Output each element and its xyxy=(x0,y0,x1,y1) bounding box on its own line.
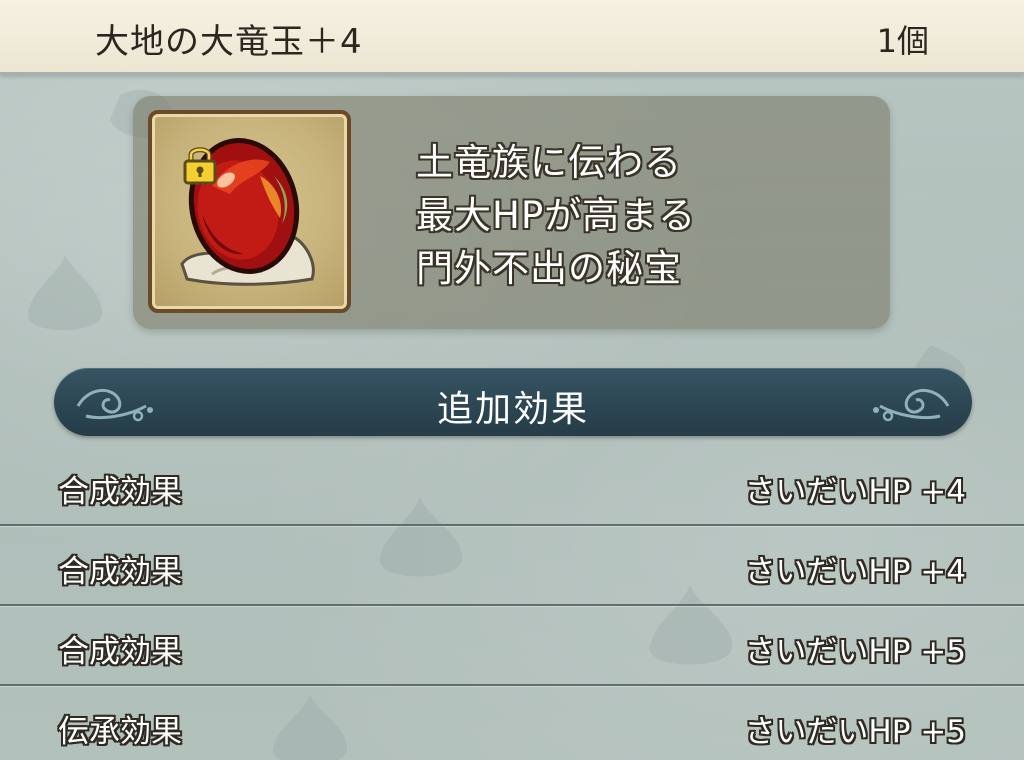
effect-row: 合成効果 さいだいHP +4 xyxy=(0,446,1024,526)
effect-value: さいだいHP +5 xyxy=(744,714,966,750)
effect-value: さいだいHP +4 xyxy=(744,474,966,510)
effect-row: 合成効果 さいだいHP +5 xyxy=(0,606,1024,686)
item-icon-frame[interactable] xyxy=(148,110,351,313)
description-line: 最大HPが高まる xyxy=(416,194,697,237)
effect-value: さいだいHP +4 xyxy=(744,554,966,590)
item-count: 1個 xyxy=(876,22,929,60)
additional-effects-header: 追加効果 xyxy=(54,368,972,436)
description-line: 門外不出の秘宝 xyxy=(416,247,682,290)
effect-label: 合成効果 xyxy=(58,634,182,670)
effect-row: 合成効果 さいだいHP +4 xyxy=(0,526,1024,606)
effect-label: 伝承効果 xyxy=(58,714,182,750)
effect-label: 合成効果 xyxy=(58,474,182,510)
lock-icon xyxy=(183,147,217,185)
effect-label: 合成効果 xyxy=(58,554,182,590)
section-title: 追加効果 xyxy=(436,389,589,430)
flourish-right-icon xyxy=(873,389,950,422)
item-info-panel: 土竜族に伝わる 最大HPが高まる 門外不出の秘宝 xyxy=(133,96,890,329)
effect-row: 伝承効果 さいだいHP +5 xyxy=(0,686,1024,760)
effect-value: さいだいHP +5 xyxy=(744,634,966,670)
item-title-bar: 大地の大竜玉＋4 1個 xyxy=(0,0,1024,75)
description-line: 土竜族に伝わる xyxy=(416,141,682,184)
item-name: 大地の大竜玉＋4 xyxy=(95,22,363,62)
item-description: 土竜族に伝わる 最大HPが高まる 門外不出の秘宝 xyxy=(416,136,856,295)
